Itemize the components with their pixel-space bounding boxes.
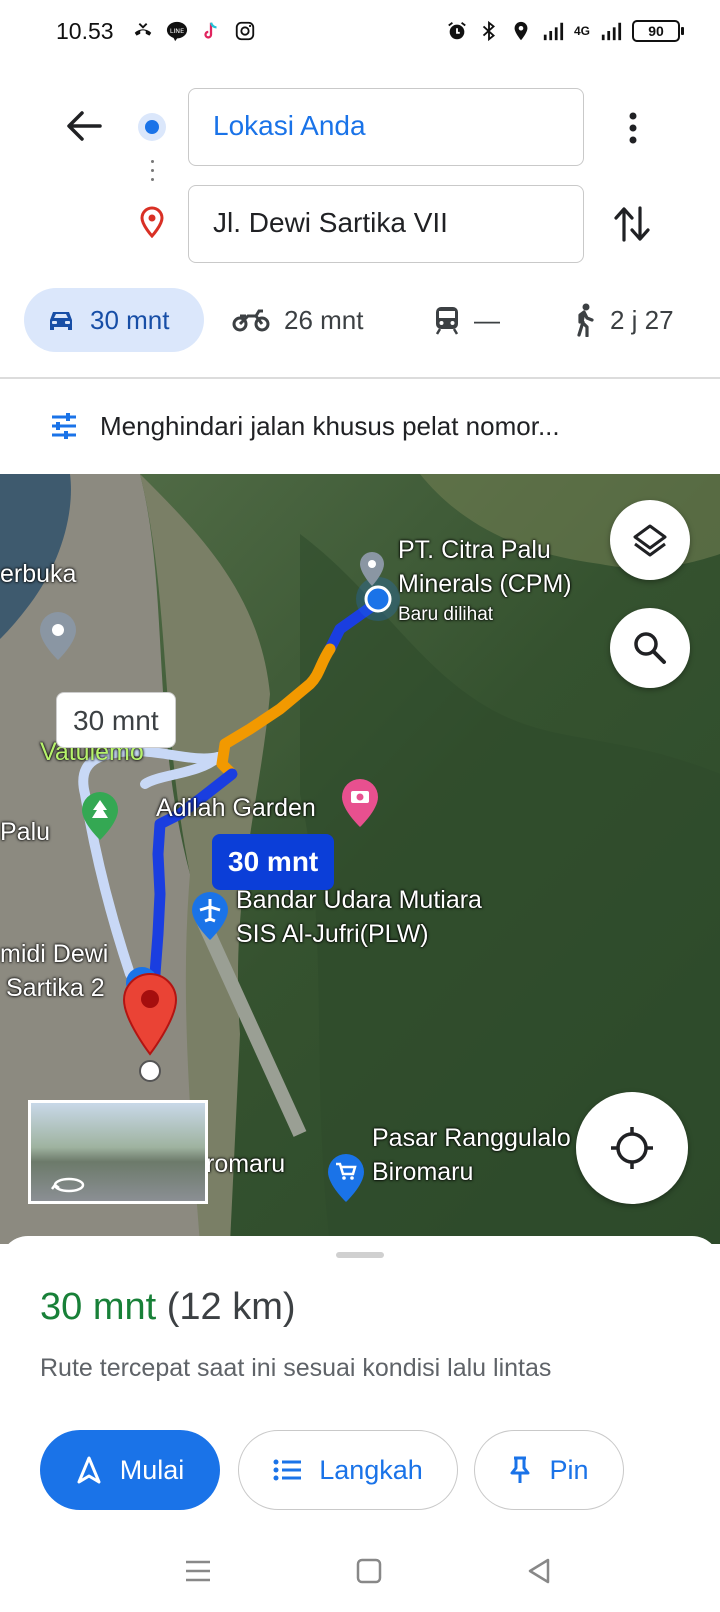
my-location-icon xyxy=(611,1127,653,1169)
route-summary: 30 mnt (12 km) xyxy=(40,1286,296,1329)
signal-icon xyxy=(543,22,564,41)
status-bar: 10.53 LINE 4G 90 xyxy=(0,0,720,64)
map-label-adilah: Adilah Garden xyxy=(156,794,316,822)
map-label-cpm-1: PT. Citra Palu xyxy=(398,536,551,564)
main-route-time-bubble[interactable]: 30 mnt xyxy=(212,834,335,890)
search-along-route-button[interactable] xyxy=(610,608,690,688)
system-icons: 4G 90 xyxy=(446,20,684,42)
street-view-thumbnail[interactable] xyxy=(28,1100,208,1204)
map-label-indomaret-1: midi Dewi xyxy=(0,940,109,968)
more-vert-icon[interactable] xyxy=(618,108,648,148)
layers-button[interactable] xyxy=(610,500,690,580)
steps-button-label: Langkah xyxy=(319,1454,423,1485)
tab-driving-label: 30 mnt xyxy=(90,304,170,335)
status-time: 10.53 xyxy=(56,18,114,44)
route-distance: (12 km) xyxy=(166,1286,296,1328)
list-icon xyxy=(273,1459,302,1481)
pin-button[interactable]: Pin xyxy=(474,1430,624,1510)
pushpin-icon xyxy=(510,1456,530,1483)
home-square-icon[interactable] xyxy=(356,1558,382,1584)
travel-mode-tabs: 30 mnt 26 mnt — 2 j 27 xyxy=(24,288,704,352)
start-button[interactable]: Mulai xyxy=(40,1430,220,1510)
header-divider xyxy=(0,377,720,379)
alarm-icon xyxy=(448,22,466,40)
battery-indicator: 90 xyxy=(632,20,684,42)
tab-transit-label: — xyxy=(474,304,500,335)
map-label-terbuka: erbuka xyxy=(0,560,77,588)
notification-icons: LINE xyxy=(132,20,256,42)
system-nav-bar xyxy=(0,1540,720,1600)
destination-input[interactable]: Jl. Dewi Sartika VII xyxy=(188,185,584,263)
route-duration: 30 mnt xyxy=(40,1286,157,1328)
swap-vert-icon[interactable] xyxy=(612,202,652,246)
my-location-button[interactable] xyxy=(576,1092,688,1204)
origin-input[interactable]: Lokasi Anda xyxy=(188,88,584,166)
back-arrow-icon[interactable] xyxy=(62,104,106,148)
map-label-indomaret-2: Sartika 2 xyxy=(6,974,105,1002)
tune-icon xyxy=(52,413,76,439)
car-icon xyxy=(50,312,72,330)
sheet-drag-handle[interactable] xyxy=(336,1252,384,1258)
location-icon xyxy=(514,21,528,41)
signal-2-icon xyxy=(601,22,622,41)
route-options-label: Menghindari jalan khusus pelat nomor... xyxy=(100,410,560,441)
origin-dot-icon xyxy=(138,113,166,141)
tab-motorcycle-label: 26 mnt xyxy=(284,304,364,335)
line-icon: LINE xyxy=(166,21,188,42)
map-label-pasar-1: Pasar Ranggulalo xyxy=(372,1124,571,1152)
instagram-icon xyxy=(235,21,255,41)
street-view-rotate-icon xyxy=(51,1177,85,1193)
map-label-recently-viewed: Baru dilihat xyxy=(398,604,494,625)
train-icon xyxy=(435,307,459,335)
pin-button-label: Pin xyxy=(549,1454,589,1485)
tiktok-icon xyxy=(204,22,217,39)
destination-pin-icon xyxy=(140,206,164,238)
search-icon xyxy=(634,632,666,664)
map-label-pasar-2: Biromaru xyxy=(372,1158,474,1186)
tab-walking-label: 2 j 27 xyxy=(610,304,674,335)
tab-driving[interactable]: 30 mnt xyxy=(24,288,204,352)
missed-call-icon xyxy=(134,23,152,36)
walk-icon xyxy=(577,303,594,337)
map-label-cpm-2: Minerals (CPM) xyxy=(398,570,572,598)
layers-icon xyxy=(633,524,667,557)
tab-motorcycle[interactable]: 26 mnt xyxy=(232,288,364,352)
alt-route-time-bubble[interactable]: 30 mnt xyxy=(56,692,176,748)
tab-transit[interactable]: — xyxy=(434,288,500,352)
map-label-palu: Palu xyxy=(0,818,51,846)
map-label-airport-2: SIS Al-Jufri(PLW) xyxy=(236,920,429,948)
motorcycle-icon xyxy=(232,309,270,332)
start-button-label: Mulai xyxy=(119,1454,185,1485)
tab-walking[interactable]: 2 j 27 xyxy=(572,288,674,352)
route-description: Rute tercepat saat ini sesuai kondisi la… xyxy=(40,1354,552,1382)
back-triangle-icon[interactable] xyxy=(526,1558,552,1584)
map-label-airport-1: Bandar Udara Mutiara xyxy=(236,886,482,914)
network-type: 4G xyxy=(573,24,590,38)
recents-menu-icon[interactable] xyxy=(184,1558,212,1584)
svg-text:LINE: LINE xyxy=(170,27,184,35)
steps-button[interactable]: Langkah xyxy=(238,1430,458,1510)
map-label-biromaru: romaru xyxy=(206,1150,286,1178)
bluetooth-icon xyxy=(482,20,495,42)
route-options-row[interactable]: Menghindari jalan khusus pelat nomor... xyxy=(50,396,560,456)
route-dots xyxy=(151,160,155,187)
navigation-arrow-icon xyxy=(77,1456,101,1484)
